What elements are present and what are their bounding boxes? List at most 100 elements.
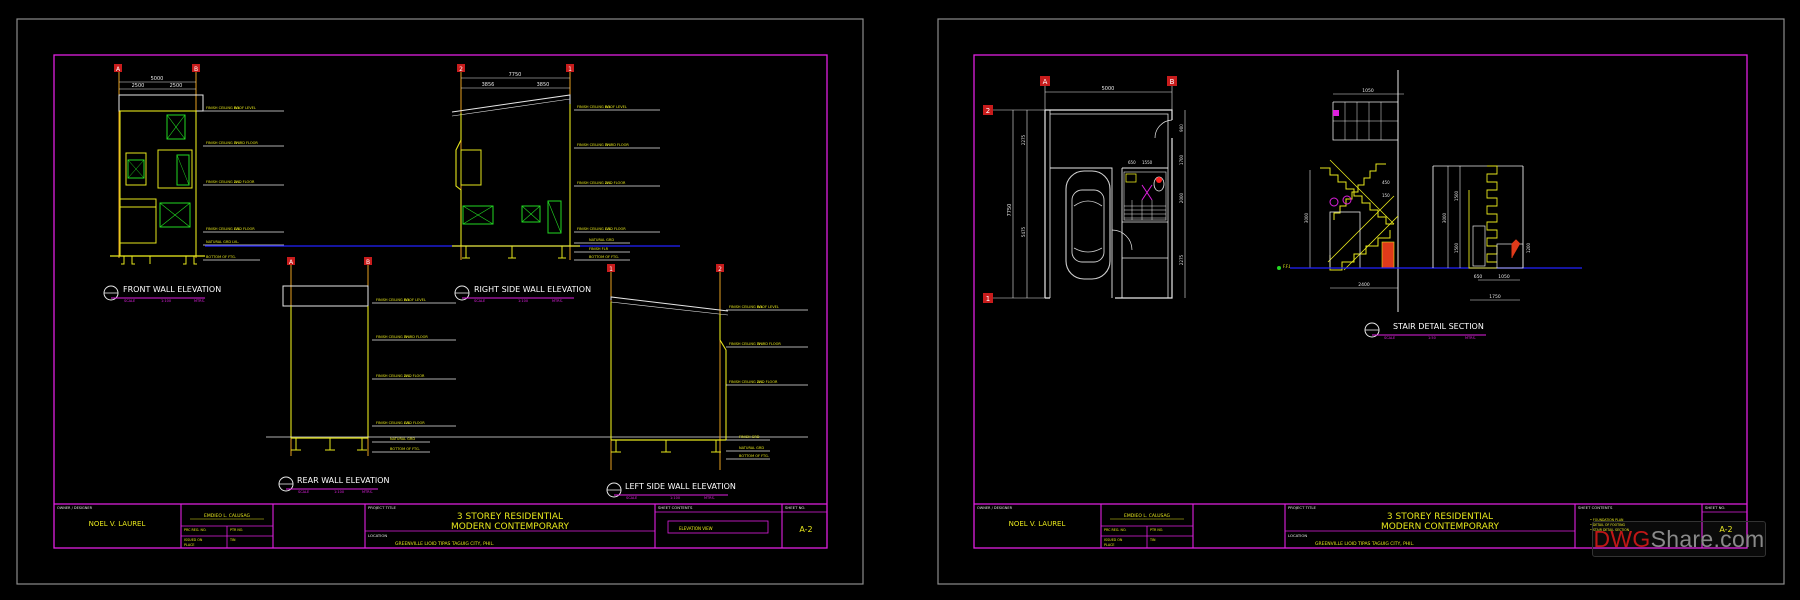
- engineer-name: EMDIEO L. CALUSAG: [1124, 513, 1170, 519]
- svg-text:2000: 2000: [1179, 192, 1184, 203]
- title-block-1: OWNER / DESIGNER NOEL V. LAUREL EMDIEO L…: [54, 503, 827, 548]
- svg-text:450: 450: [1382, 180, 1390, 185]
- drawing-canvas: A B 5000 2500 2500 FINISH CEILING LVL. R…: [16, 18, 1785, 585]
- svg-text:1500: 1500: [1454, 190, 1459, 201]
- dimension-text: 1750: [1489, 294, 1501, 300]
- svg-text:1:50: 1:50: [1428, 336, 1436, 340]
- svg-text:1:100: 1:100: [518, 299, 528, 303]
- svg-text:2ND FLOOR: 2ND FLOOR: [234, 180, 255, 184]
- svg-text:2ND FLOOR: 2ND FLOOR: [605, 181, 626, 185]
- grid-label: 2: [986, 107, 990, 115]
- svg-text:PRC REG. NO.: PRC REG. NO.: [184, 528, 206, 532]
- svg-text:SCALE: SCALE: [298, 490, 309, 494]
- svg-text:ROOF LEVEL: ROOF LEVEL: [605, 105, 627, 109]
- dimension-text: 3856: [482, 82, 495, 88]
- svg-text:3000: 3000: [1304, 212, 1309, 223]
- project-title-label: PROJECT TITLE: [368, 505, 396, 510]
- dimension-text: 2500: [132, 83, 145, 89]
- watermark-brand-b: Share.com: [1650, 525, 1765, 552]
- drawing-title: REAR WALL ELEVATION: [297, 476, 390, 485]
- svg-text:SCALE: SCALE: [124, 299, 135, 303]
- sheet-contents-label: SHEET CONTENTS: [1578, 505, 1613, 510]
- drawing-title: RIGHT SIDE WALL ELEVATION: [474, 285, 591, 294]
- svg-text:2275: 2275: [1179, 254, 1184, 265]
- dimension-text: 1050: [1362, 88, 1374, 94]
- project-title-label: PROJECT TITLE: [1288, 505, 1316, 510]
- svg-text:1:100: 1:100: [161, 299, 171, 303]
- svg-text:PLACE: PLACE: [1104, 543, 1114, 547]
- sheet-no-label: SHEET NO.: [785, 505, 805, 510]
- svg-text:NATURAL GRD LVL.: NATURAL GRD LVL.: [206, 240, 239, 244]
- svg-text:1550: 1550: [1142, 160, 1153, 165]
- svg-text:BOTTOM OF FTG.: BOTTOM OF FTG.: [206, 255, 236, 259]
- svg-text:PTR NO.: PTR NO.: [230, 528, 243, 532]
- svg-text:GRD FLOOR: GRD FLOOR: [605, 227, 626, 231]
- grid-label: 2: [459, 66, 463, 73]
- svg-text:BOTTOM OF FTG.: BOTTOM OF FTG.: [739, 454, 769, 458]
- sheet-1-border: [16, 18, 864, 585]
- svg-text:ROOF LEVEL: ROOF LEVEL: [234, 106, 256, 110]
- svg-text:BOTTOM OF FTG.: BOTTOM OF FTG.: [390, 447, 420, 451]
- watermark-logo: DWG Share.com: [1592, 521, 1766, 557]
- svg-text:TIN: TIN: [1149, 538, 1156, 542]
- grid-label: A: [1043, 78, 1048, 86]
- owner-name: NOEL V. LAUREL: [1009, 520, 1066, 528]
- dimension-text: 1050: [1498, 274, 1510, 280]
- dimension-text: 2400: [1358, 282, 1370, 288]
- grid-label: 1: [986, 295, 990, 303]
- svg-text:NATURAL GRD: NATURAL GRD: [390, 437, 415, 441]
- svg-text:BOTTOM OF FTG.: BOTTOM OF FTG.: [589, 255, 619, 259]
- left-side-elevation: 1 2 FINISH CEILING LVL.ROOF LEVEL FINISH…: [606, 264, 808, 500]
- svg-text:900: 900: [1179, 124, 1184, 132]
- svg-text:GRD FLOOR: GRD FLOOR: [234, 227, 255, 231]
- svg-text:PRC REG. NO.: PRC REG. NO.: [1104, 528, 1126, 532]
- svg-text:FINISH GRD: FINISH GRD: [739, 435, 760, 439]
- location: GREENVILLE LIOID TIPAS TAGUIG CITY, PHIL…: [395, 541, 494, 547]
- owner-name: NOEL V. LAUREL: [89, 520, 146, 528]
- stair-section: 1050 3000 450150 F.F.L. 2400 1500 1500 3…: [1277, 70, 1582, 340]
- svg-text:MTRS.: MTRS.: [704, 496, 715, 500]
- svg-text:ROOF LEVEL: ROOF LEVEL: [757, 305, 779, 309]
- sheet-contents-label: SHEET CONTENTS: [658, 505, 693, 510]
- grid-label: 1: [568, 66, 572, 73]
- location-label: LOCATION: [368, 533, 387, 538]
- svg-text:MTRS.: MTRS.: [552, 299, 563, 303]
- drawing-title: FRONT WALL ELEVATION: [123, 285, 221, 294]
- engineer-name: EMDIEO L. CALUSAG: [204, 513, 250, 519]
- sheet-no: A-2: [799, 525, 812, 534]
- sheet-2-border: [937, 18, 1785, 585]
- sheet-2-frame: [973, 54, 1748, 549]
- svg-text:2ND FLOOR: 2ND FLOOR: [757, 380, 778, 384]
- drawing-title: LEFT SIDE WALL ELEVATION: [625, 482, 736, 491]
- svg-text:2275: 2275: [1021, 134, 1026, 145]
- dimension-text: 3850: [537, 82, 550, 88]
- location: GREENVILLE LIOID TIPAS TAGUIG CITY, PHIL…: [1315, 541, 1414, 547]
- dimension-text: 2500: [170, 83, 183, 89]
- svg-text:1700: 1700: [1179, 154, 1184, 165]
- sheet-contents: ELEVATION VIEW: [679, 526, 713, 531]
- svg-text:1500: 1500: [1454, 242, 1459, 253]
- car-outline: [1065, 170, 1111, 280]
- dimension-text: 5000: [1102, 86, 1115, 92]
- svg-text:FINISH FLR: FINISH FLR: [589, 247, 609, 251]
- project-title-line1: 3 STOREY RESIDENTIAL: [457, 512, 563, 522]
- project-title-line1: 3 STOREY RESIDENTIAL: [1387, 512, 1493, 522]
- grid-label: 1: [609, 266, 613, 273]
- svg-text:1200: 1200: [1526, 242, 1531, 253]
- svg-text:1:100: 1:100: [334, 490, 344, 494]
- dimension-text: 7750: [509, 72, 522, 78]
- grid-label: B: [366, 259, 370, 266]
- project-title-line2: MODERN CONTEMPORARY: [1381, 522, 1500, 532]
- svg-text:THIRD FLOOR: THIRD FLOOR: [233, 141, 258, 145]
- svg-text:1:100: 1:100: [670, 496, 680, 500]
- svg-text:MTRS.: MTRS.: [362, 490, 373, 494]
- svg-text:PTR NO.: PTR NO.: [1150, 528, 1163, 532]
- project-title-line2: MODERN CONTEMPORARY: [451, 522, 570, 532]
- dimension-text: 7750: [1007, 204, 1013, 217]
- dimension-text: 5000: [151, 76, 164, 82]
- svg-text:OWNER / DESIGNER: OWNER / DESIGNER: [57, 506, 93, 510]
- right-side-elevation: 2 1 7750 3856 3850 FINISH CEILING LVL.RO…: [451, 64, 660, 303]
- sheet-no-label: SHEET NO.: [1705, 505, 1725, 510]
- svg-text:SCALE: SCALE: [626, 496, 637, 500]
- svg-text:THIRD FLOOR: THIRD FLOOR: [403, 335, 428, 339]
